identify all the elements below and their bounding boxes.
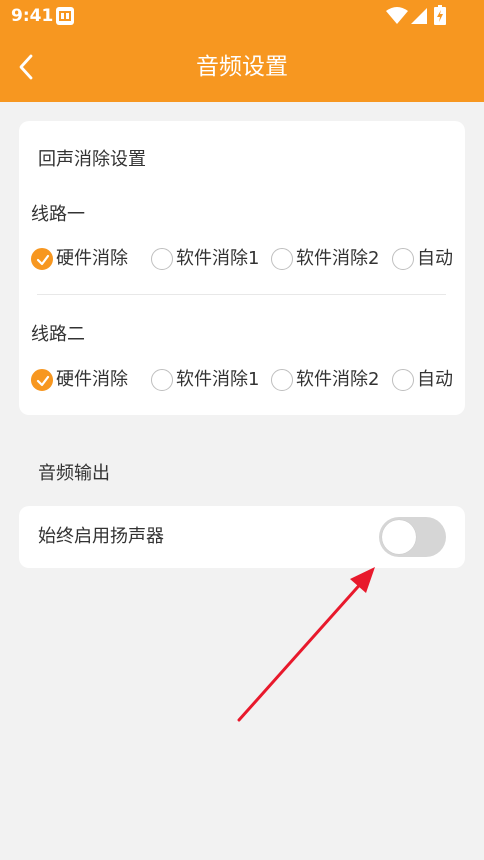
option-label: 硬件消除 (56, 369, 128, 390)
speaker-toggle[interactable] (379, 517, 446, 557)
radio-unchecked-icon[interactable] (151, 248, 173, 270)
line-2-label: 线路二 (31, 324, 85, 345)
toggle-knob[interactable] (382, 520, 416, 554)
option-label: 软件消除1 (176, 248, 260, 269)
echo-cancellation-card: 回声消除设置 线路一 硬件消除 软件消除1 软件消除2 自动 线路二 硬件消除 … (19, 121, 465, 415)
radio-unchecked-icon[interactable] (392, 248, 414, 270)
radio-unchecked-icon[interactable] (271, 248, 293, 270)
radio-checked-icon[interactable] (31, 369, 53, 391)
status-bar: 9:41 (0, 0, 484, 32)
line-2-radio-group: 硬件消除 软件消除1 软件消除2 自动 (19, 366, 465, 396)
radio-unchecked-icon[interactable] (392, 369, 414, 391)
wifi-icon (386, 7, 408, 24)
app-notification-icon (56, 7, 74, 25)
option-label: 软件消除1 (176, 369, 260, 390)
line-1-radio-group: 硬件消除 软件消除1 软件消除2 自动 (19, 245, 465, 275)
check-icon (36, 254, 50, 266)
page-title: 音频设置 (196, 54, 288, 80)
radio-unchecked-icon[interactable] (271, 369, 293, 391)
speaker-setting-label: 始终启用扬声器 (38, 526, 164, 547)
option-label: 硬件消除 (56, 248, 128, 269)
top-app-bar: 9:41 音频设置 (0, 0, 484, 102)
signal-icon (411, 8, 427, 24)
battery-icon (434, 5, 446, 25)
echo-cancellation-title: 回声消除设置 (38, 149, 146, 170)
check-icon (36, 375, 50, 387)
option-label: 软件消除2 (296, 369, 380, 390)
divider (37, 294, 446, 295)
radio-unchecked-icon[interactable] (151, 369, 173, 391)
option-label: 软件消除2 (296, 248, 380, 269)
radio-checked-icon[interactable] (31, 248, 53, 270)
option-label: 自动 (417, 248, 453, 269)
status-time: 9:41 (11, 6, 54, 26)
audio-output-section-title: 音频输出 (38, 463, 110, 484)
option-label: 自动 (417, 369, 453, 390)
line-1-label: 线路一 (31, 204, 85, 225)
annotation-arrow-icon (237, 567, 375, 722)
